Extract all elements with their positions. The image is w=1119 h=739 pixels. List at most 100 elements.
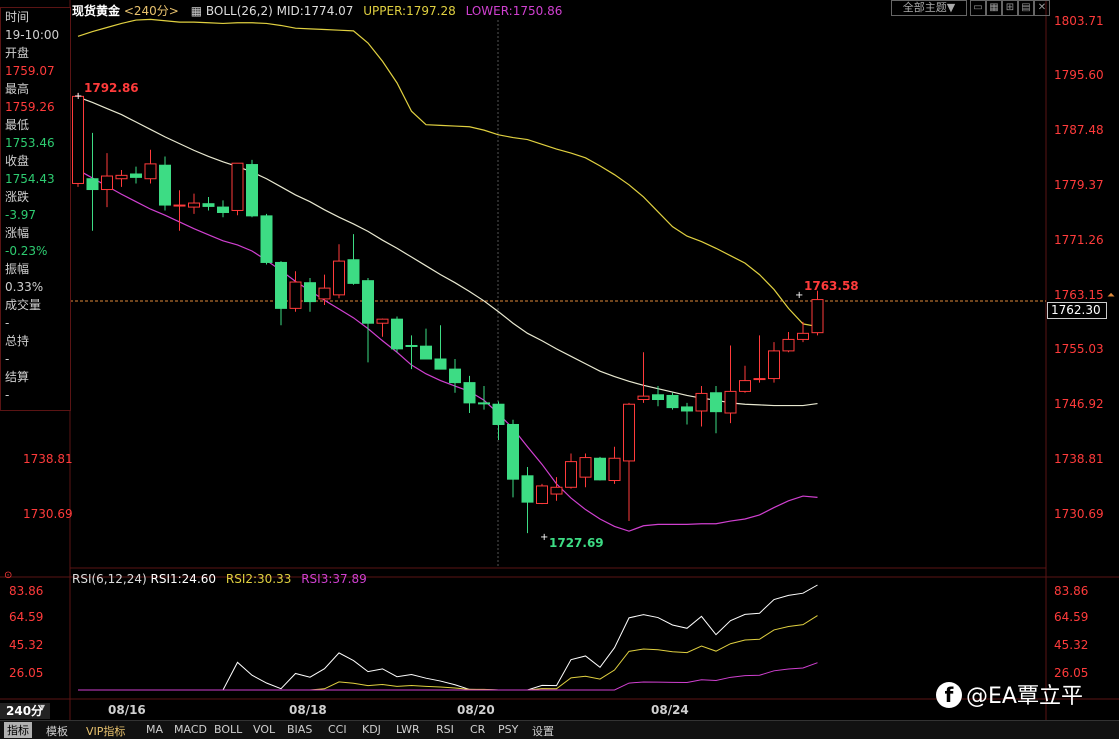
rsi-axis-tick: 45.32 <box>1054 638 1089 652</box>
candle-body[interactable] <box>652 394 664 401</box>
date-label: 08/24 <box>651 703 689 717</box>
candle-body[interactable] <box>391 318 403 350</box>
axis-tick: 1763.15 <box>1054 288 1104 302</box>
candle-body[interactable] <box>521 475 534 503</box>
candle-body[interactable] <box>130 173 142 178</box>
date-label: 08/16 <box>108 703 146 717</box>
minimize-window-icon[interactable]: ▭ <box>970 0 986 16</box>
axis-tick: 1803.71 <box>1054 14 1104 28</box>
candle-body[interactable] <box>463 382 476 404</box>
candle-body[interactable] <box>710 392 722 413</box>
change-value: -3.97 <box>5 208 37 222</box>
candle-body[interactable] <box>739 380 751 392</box>
candle-body[interactable] <box>637 395 650 401</box>
tab-macd[interactable]: MACD <box>174 723 207 736</box>
candle-body[interactable] <box>289 281 302 309</box>
tab-rsi[interactable]: RSI <box>436 723 454 736</box>
tab-bias[interactable]: BIAS <box>287 723 312 736</box>
candle-body[interactable] <box>666 394 679 409</box>
period-indicator[interactable]: <240分> <box>124 4 179 18</box>
tab-vol[interactable]: VOL <box>253 723 275 736</box>
candle-body[interactable] <box>275 261 287 309</box>
chart-header: 现货黄金 <240分> ▦ BOLL(26,2) MID:1774.07 UPP… <box>72 2 562 19</box>
candle-body[interactable] <box>304 282 316 303</box>
candle-body[interactable] <box>434 358 447 370</box>
candle-body[interactable] <box>144 163 157 180</box>
change-label: 涨跌 <box>5 190 30 204</box>
grid-layout-icon[interactable]: ▦ <box>986 0 1002 16</box>
tab-indicators[interactable]: 指标 <box>4 722 32 738</box>
indicator-icon[interactable]: ▦ <box>191 4 202 18</box>
settings-icon[interactable]: ▤ <box>1018 0 1034 16</box>
candle-body[interactable] <box>608 457 621 482</box>
candle-body[interactable] <box>449 368 461 384</box>
open-interest-label: 总持 <box>5 334 30 348</box>
candle-body[interactable] <box>115 174 128 180</box>
theme-select-button[interactable]: 全部主题▼ <box>891 0 967 16</box>
tab-boll[interactable]: BOLL <box>214 723 242 736</box>
candle-body[interactable] <box>246 164 258 217</box>
candle-body[interactable] <box>159 164 171 206</box>
axis-tick: 1730.69 <box>1054 507 1104 521</box>
candle-body[interactable] <box>507 423 519 480</box>
tab-kdj[interactable]: KDJ <box>362 723 381 736</box>
candle-body[interactable] <box>362 280 374 324</box>
maximize-icon[interactable]: ⊞ <box>1002 0 1018 16</box>
watermark-text: @EA覃立平 <box>966 684 1083 709</box>
tab-ma[interactable]: MA <box>146 723 163 736</box>
candle-body[interactable] <box>173 204 186 207</box>
rsi-axis-tick: 83.86 <box>9 584 44 598</box>
settle-label: 结算 <box>5 370 30 384</box>
candle-body[interactable] <box>492 403 505 425</box>
tab-templates[interactable]: 模板 <box>46 723 68 739</box>
chevron-down-icon[interactable]: ▾ <box>40 702 45 713</box>
rsi-panel-icon[interactable]: ⊙ <box>4 570 12 581</box>
axis-tick: 1738.81 <box>23 452 73 466</box>
candle-body[interactable] <box>594 457 606 481</box>
candle-body[interactable] <box>101 175 113 191</box>
candle-body[interactable] <box>797 332 809 340</box>
rsi2-line <box>78 615 818 691</box>
high-annotation: 1792.86 <box>84 81 139 95</box>
price-chart[interactable]: + + + <box>0 0 1119 738</box>
candle-body[interactable] <box>260 215 273 263</box>
tab-lwr[interactable]: LWR <box>396 723 420 736</box>
candle-body[interactable] <box>376 318 389 324</box>
amplitude-value: 0.33% <box>5 280 44 294</box>
candle-body[interactable] <box>202 203 215 207</box>
candle-body[interactable] <box>72 95 84 184</box>
candle-body[interactable] <box>478 402 490 405</box>
tab-psy[interactable]: PSY <box>498 723 518 736</box>
tab-vip-indicators[interactable]: VIP指标 <box>86 723 125 739</box>
candle-body[interactable] <box>811 299 824 334</box>
candle-body[interactable] <box>188 202 200 208</box>
tab-settings[interactable]: 设置 <box>532 723 554 739</box>
candle-body[interactable] <box>333 260 345 296</box>
candle-body[interactable] <box>217 206 229 213</box>
candle-body[interactable] <box>536 485 548 504</box>
candle-body[interactable] <box>768 350 780 380</box>
axis-tick: 1779.37 <box>1054 178 1104 192</box>
candle-body[interactable] <box>550 486 563 495</box>
tab-cr[interactable]: CR <box>470 723 485 736</box>
candle-body[interactable] <box>623 403 635 462</box>
candle-body[interactable] <box>565 461 577 488</box>
close-icon[interactable]: ✕ <box>1034 0 1050 16</box>
candle-body[interactable] <box>231 162 244 211</box>
candle-body[interactable] <box>782 338 795 352</box>
candle-body[interactable] <box>681 406 693 412</box>
candle-body[interactable] <box>86 178 99 191</box>
rsi1-line <box>78 584 818 691</box>
candle-body[interactable] <box>420 345 432 360</box>
rsi1-value: RSI1:24.60 <box>150 572 217 586</box>
candle-body[interactable] <box>405 344 418 347</box>
candle-body[interactable] <box>724 390 737 414</box>
candle-body[interactable] <box>347 259 360 284</box>
candle-body[interactable] <box>579 457 592 478</box>
low-annotation: 1727.69 <box>549 536 604 550</box>
candle-body[interactable] <box>753 378 766 381</box>
tab-cci[interactable]: CCI <box>328 723 347 736</box>
candle-body[interactable] <box>695 392 708 412</box>
symbol-name[interactable]: 现货黄金 <box>72 4 120 18</box>
candle-body[interactable] <box>318 287 331 300</box>
